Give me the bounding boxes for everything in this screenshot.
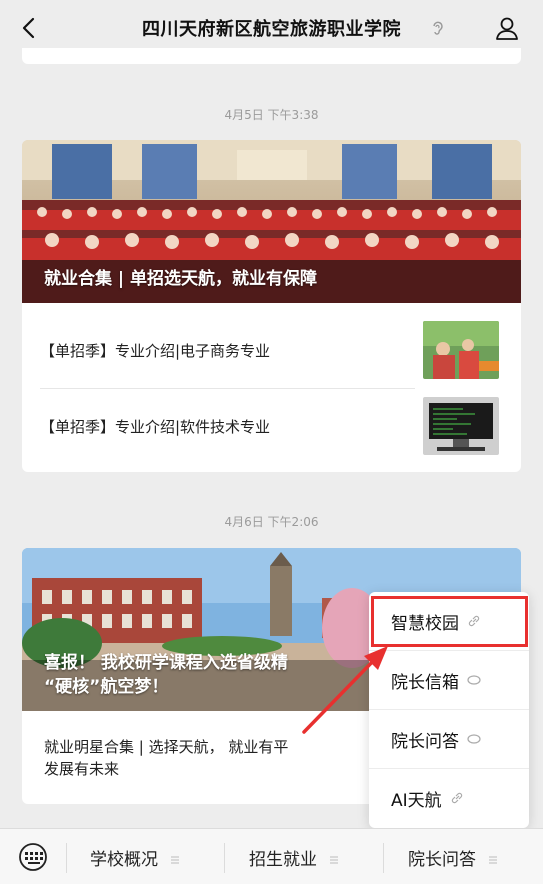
bottom-menu-bar: 学校概况 招生就业 院长问答: [0, 828, 543, 884]
chat-icon: [467, 675, 481, 685]
divider: [224, 843, 225, 873]
menu-tab-label: 院长问答: [408, 850, 476, 870]
thumbnail-image: [423, 397, 499, 455]
menu-tab-label: 学校概况: [90, 850, 158, 870]
article-card: 就业合集 | 单招选天航，就业有保障 【单招季】专业介绍|电子商务专业 【单招季…: [22, 140, 521, 472]
menu-tab-admissions[interactable]: 招生就业: [249, 845, 339, 870]
divider: [383, 843, 384, 873]
menu-tab-president-qa[interactable]: 院长问答: [408, 845, 498, 870]
list-item[interactable]: 【单招季】专业介绍|电子商务专业: [22, 312, 521, 388]
menu-lines-icon: [330, 856, 339, 864]
previous-card-tail: [22, 48, 521, 64]
timestamp: 4月6日 下午2:06: [224, 515, 319, 529]
menu-tab-label: 招生就业: [249, 850, 317, 870]
list-item[interactable]: 【单招季】专业介绍|软件技术专业: [22, 388, 521, 464]
timestamp: 4月5日 下午3:38: [224, 108, 319, 122]
chat-icon: [467, 734, 481, 744]
article-hero[interactable]: 就业合集 | 单招选天航，就业有保障: [22, 140, 521, 303]
article-title: 【单招季】专业介绍|软件技术专业: [40, 417, 271, 436]
page-title: 四川天府新区航空旅游职业学院: [142, 19, 401, 40]
menu-lines-icon: [171, 856, 180, 864]
popup-item-ai-tianhang[interactable]: AI天航: [369, 769, 529, 827]
popup-item-label: AI天航: [391, 790, 442, 811]
popup-item-label: 院长问答: [391, 731, 459, 752]
profile-icon[interactable]: [493, 14, 521, 42]
keyboard-icon[interactable]: [16, 843, 50, 871]
red-arrow-icon: [302, 646, 388, 734]
hero-caption: 就业合集 | 单招选天航，就业有保障: [44, 269, 318, 289]
link-icon: [451, 792, 462, 804]
thumbnail-image: [423, 321, 499, 379]
article-title: 【单招季】专业介绍|电子商务专业: [40, 341, 271, 360]
menu-tab-school-overview[interactable]: 学校概况: [90, 845, 180, 870]
ear-icon: [433, 21, 443, 35]
menu-lines-icon: [489, 856, 498, 864]
divider: [66, 843, 67, 873]
popup-item-label: 院长信箱: [391, 672, 459, 693]
